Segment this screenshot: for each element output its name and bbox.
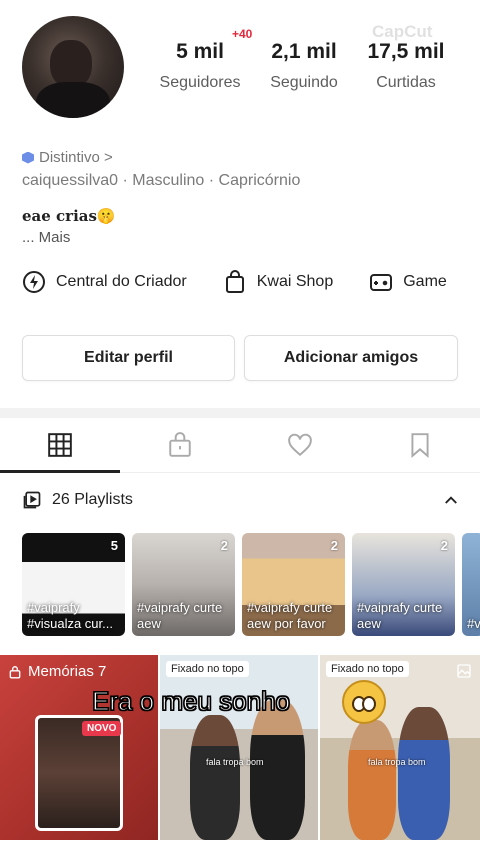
video-grid: Memórias 7 NOVO Fixado no topo fala trop…: [0, 655, 480, 840]
kwai-shop-button[interactable]: Kwai Shop: [223, 270, 334, 294]
tab-liked[interactable]: [240, 418, 360, 472]
playlist-card[interactable]: 2 #vaiprafy curte aew por favor: [242, 533, 345, 636]
overlay-caption: Era o meu sonho: [91, 685, 291, 716]
stat-followers[interactable]: 5 mil Seguidores: [158, 40, 242, 92]
chevron-up-icon[interactable]: [442, 491, 460, 509]
lock-bag-icon: [169, 432, 191, 457]
creator-features-row: Central do Criador Kwai Shop Game: [22, 270, 480, 294]
playlist-card[interactable]: 2 #vaiprafy curte aew: [132, 533, 235, 636]
bio-more-link[interactable]: ... Mais: [22, 229, 70, 246]
video-thumbnail-person: [190, 715, 240, 840]
likes-count: 17,5 mil: [367, 40, 445, 63]
memories-text: Memórias 7: [28, 663, 107, 680]
pinned-badge: Fixado no topo: [166, 661, 249, 677]
edit-profile-button[interactable]: Editar perfil: [22, 335, 235, 381]
profile-tabs: [0, 418, 480, 473]
followers-count: 5 mil: [176, 40, 224, 63]
game-button[interactable]: Game: [369, 270, 447, 294]
new-followers-badge: +40: [232, 27, 253, 41]
memories-label: Memórias 7: [8, 663, 106, 680]
profile-avatar[interactable]: [22, 16, 124, 118]
capcut-watermark: CapCut: [372, 22, 433, 41]
playlist-icon: [23, 491, 41, 509]
profile-bio: eae crias🤫: [22, 207, 116, 225]
playlists-row: 5 #vaiprafy #visualza cur... 2 #vaiprafy…: [22, 533, 480, 636]
avatar-head: [50, 40, 92, 88]
video-caption: fala tropa bom: [206, 757, 264, 767]
heart-icon: [288, 433, 312, 457]
video-thumbnail-person: [398, 707, 450, 840]
section-divider: [0, 408, 480, 418]
creator-center-label: Central do Criador: [56, 273, 187, 290]
add-friends-button[interactable]: Adicionar amigos: [244, 335, 458, 381]
bookmark-icon: [411, 433, 429, 458]
followers-label: Seguidores: [159, 74, 241, 91]
playlists-count-label: 26 Playlists: [52, 491, 133, 508]
video-thumbnail-person: [348, 720, 396, 840]
video-caption: fala tropa bom: [368, 757, 426, 767]
distintivo-label: Distintivo >: [39, 149, 113, 166]
following-count: 2,1 mil: [271, 40, 337, 63]
tab-saved[interactable]: [360, 418, 480, 472]
gamepad-icon: [370, 274, 393, 291]
following-label: Seguindo: [270, 74, 338, 91]
playlist-count: 2: [220, 538, 228, 553]
new-badge: NOVO: [82, 721, 122, 736]
distintivo-link[interactable]: Distintivo >: [22, 149, 113, 166]
stat-likes[interactable]: 17,5 mil Curtidas: [360, 40, 452, 92]
pinned-video-tile[interactable]: Fixado no topo fala tropa bom: [160, 655, 318, 840]
lock-icon: [9, 665, 21, 679]
grid-icon: [48, 433, 72, 457]
stat-following[interactable]: 2,1 mil Seguindo: [262, 40, 346, 92]
playlist-title: #va: [467, 616, 480, 631]
playlist-count: 5: [110, 538, 118, 553]
avatar-body: [36, 82, 110, 118]
playlist-count: 2: [330, 538, 338, 553]
tab-posts[interactable]: [0, 418, 120, 472]
playlist-card-partial[interactable]: #va: [462, 533, 480, 636]
image-icon: [457, 664, 471, 678]
creator-center-button[interactable]: Central do Criador: [22, 270, 187, 294]
memories-tile[interactable]: Memórias 7 NOVO: [0, 655, 158, 840]
playlist-card[interactable]: 2 #vaiprafy curte aew: [352, 533, 455, 636]
playlist-title: #vaiprafy curte aew por favor: [247, 600, 333, 631]
playlist-title: #vaiprafy curte aew: [357, 600, 443, 631]
bottom-nav-bar: [0, 840, 480, 854]
game-label: Game: [403, 273, 447, 290]
playlists-header[interactable]: 26 Playlists: [22, 490, 460, 510]
kwai-shop-label: Kwai Shop: [256, 273, 334, 290]
pleading-face-emoji-icon: [342, 680, 386, 724]
playlist-title: #vaiprafy #visualza cur...: [27, 600, 113, 631]
likes-label: Curtidas: [376, 74, 436, 91]
playlist-card[interactable]: 5 #vaiprafy #visualza cur...: [22, 533, 125, 636]
pinned-video-tile[interactable]: Fixado no topo fala tropa bom: [320, 655, 480, 840]
tab-private[interactable]: [120, 418, 240, 472]
playlist-count: 2: [440, 538, 448, 553]
lightning-circle-icon: [23, 271, 45, 293]
profile-meta: caiquessilva0 · Masculino · Capricórnio: [22, 172, 301, 189]
playlist-title: #vaiprafy curte aew: [137, 600, 223, 631]
video-thumbnail-person: [250, 700, 305, 840]
pinned-badge: Fixado no topo: [326, 661, 409, 677]
active-tab-indicator: [0, 470, 120, 473]
shopping-bag-icon: [225, 270, 244, 293]
badge-hexagon-icon: [22, 151, 34, 164]
